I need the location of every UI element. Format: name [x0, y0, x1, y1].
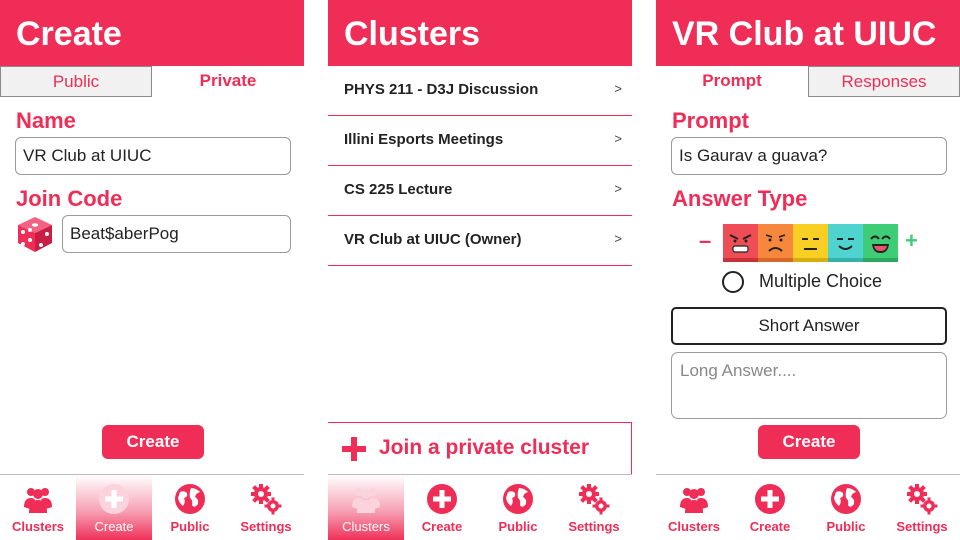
- users-icon: [680, 488, 708, 513]
- tab-responses[interactable]: Responses: [808, 66, 960, 97]
- clusters-screen: Clusters PHYS 211 - D3J Discussion > Ill…: [328, 0, 632, 540]
- users-icon: [352, 488, 380, 513]
- nav-create[interactable]: Create: [76, 475, 152, 540]
- frown-face-icon: [758, 224, 793, 262]
- create-screen: Create Public Private Name VR Club at UI…: [0, 0, 304, 540]
- nav-clusters[interactable]: Clusters: [0, 475, 76, 540]
- nav-public[interactable]: Public: [480, 475, 556, 540]
- gears-icon: [579, 484, 610, 515]
- tab-public[interactable]: Public: [0, 66, 152, 97]
- gears-icon: [907, 484, 938, 515]
- nav-label: Clusters: [667, 519, 721, 534]
- nav-label: Public: [170, 519, 210, 534]
- chevron-right-icon: >: [614, 181, 622, 196]
- create-button[interactable]: Create: [102, 425, 204, 459]
- globe-icon: [831, 484, 861, 514]
- nav-label: Clusters: [342, 519, 390, 534]
- nav-clusters[interactable]: Clusters: [656, 475, 732, 540]
- cluster-name: PHYS 211 - D3J Discussion: [344, 81, 539, 98]
- nav-label: Create: [749, 519, 791, 534]
- list-item[interactable]: CS 225 Lecture >: [328, 166, 632, 216]
- answer-type-label: Answer Type: [672, 186, 808, 211]
- cluster-name: VR Club at UIUC (Owner): [344, 231, 522, 248]
- nav-create[interactable]: Create: [404, 475, 480, 540]
- chevron-right-icon: >: [614, 81, 622, 96]
- create-button[interactable]: Create: [758, 425, 860, 459]
- users-icon: [24, 488, 52, 513]
- nav-label: Create: [421, 519, 463, 534]
- plus-circle-icon: [427, 484, 457, 514]
- smile-face-icon: [828, 224, 863, 262]
- visibility-tabs: Public Private: [0, 66, 304, 97]
- multiple-choice-radio[interactable]: [722, 271, 744, 293]
- grin-face-icon: [863, 224, 898, 262]
- nav-public[interactable]: Public: [152, 475, 228, 540]
- cluster-detail-screen: VR Club at UIUC Prompt Responses Prompt …: [656, 0, 960, 540]
- prompt-field[interactable]: Is Gaurav a guava?: [671, 137, 947, 175]
- chevron-right-icon: >: [614, 131, 622, 146]
- list-item[interactable]: VR Club at UIUC (Owner) >: [328, 216, 632, 266]
- tab-private[interactable]: Private: [152, 66, 304, 97]
- nav-label: Public: [498, 519, 538, 534]
- join-code-label: Join Code: [16, 186, 123, 211]
- name-label: Name: [16, 108, 76, 133]
- plus-circle-icon: [755, 484, 785, 514]
- nav-label: Settings: [568, 519, 620, 534]
- bottom-nav: Clusters Create Public Settings: [0, 474, 304, 540]
- angry-face-icon: [723, 224, 758, 262]
- nav-settings[interactable]: Settings: [884, 475, 960, 540]
- name-field[interactable]: VR Club at UIUC: [15, 137, 291, 175]
- prompt-label: Prompt: [672, 108, 749, 133]
- scale-minus: –: [699, 228, 712, 253]
- tab-prompt[interactable]: Prompt: [656, 66, 808, 97]
- plus-circle-icon: [99, 484, 129, 514]
- nav-label: Clusters: [11, 519, 65, 534]
- nav-settings[interactable]: Settings: [228, 475, 304, 540]
- list-item[interactable]: Illini Esports Meetings >: [328, 116, 632, 166]
- nav-label: Public: [826, 519, 866, 534]
- nav-label: Settings: [896, 519, 948, 534]
- emoji-scale[interactable]: [723, 224, 898, 262]
- plus-icon: [342, 437, 366, 461]
- page-title: Create: [0, 0, 304, 66]
- short-answer-option[interactable]: Short Answer: [671, 307, 947, 345]
- globe-icon: [175, 484, 205, 514]
- detail-tabs: Prompt Responses: [656, 66, 960, 97]
- list-item[interactable]: PHYS 211 - D3J Discussion >: [328, 66, 632, 116]
- gears-icon: [251, 484, 282, 515]
- join-label: Join a private cluster: [379, 436, 590, 459]
- bottom-nav: Clusters Create Public Settings: [328, 474, 632, 540]
- scale-plus: +: [905, 228, 918, 253]
- cluster-name: Illini Esports Meetings: [344, 131, 504, 148]
- nav-clusters[interactable]: Clusters: [328, 475, 404, 540]
- cluster-name: CS 225 Lecture: [344, 181, 453, 198]
- neutral-face-icon: [793, 224, 828, 262]
- multiple-choice-label: Multiple Choice: [759, 271, 883, 291]
- nav-settings[interactable]: Settings: [556, 475, 632, 540]
- long-answer-field[interactable]: Long Answer....: [671, 352, 947, 419]
- page-title: Clusters: [328, 0, 632, 66]
- nav-public[interactable]: Public: [808, 475, 884, 540]
- join-private-cluster-button[interactable]: Join a private cluster: [328, 422, 632, 474]
- dice-icon[interactable]: [16, 215, 54, 253]
- nav-create[interactable]: Create: [732, 475, 808, 540]
- join-code-field[interactable]: Beat$aberPog: [62, 215, 291, 253]
- nav-label: Create: [94, 519, 134, 534]
- chevron-right-icon: >: [614, 231, 622, 246]
- bottom-nav: Clusters Create Public Settings: [656, 474, 960, 540]
- nav-label: Settings: [240, 519, 292, 534]
- globe-icon: [503, 484, 533, 514]
- page-title: VR Club at UIUC: [656, 0, 960, 66]
